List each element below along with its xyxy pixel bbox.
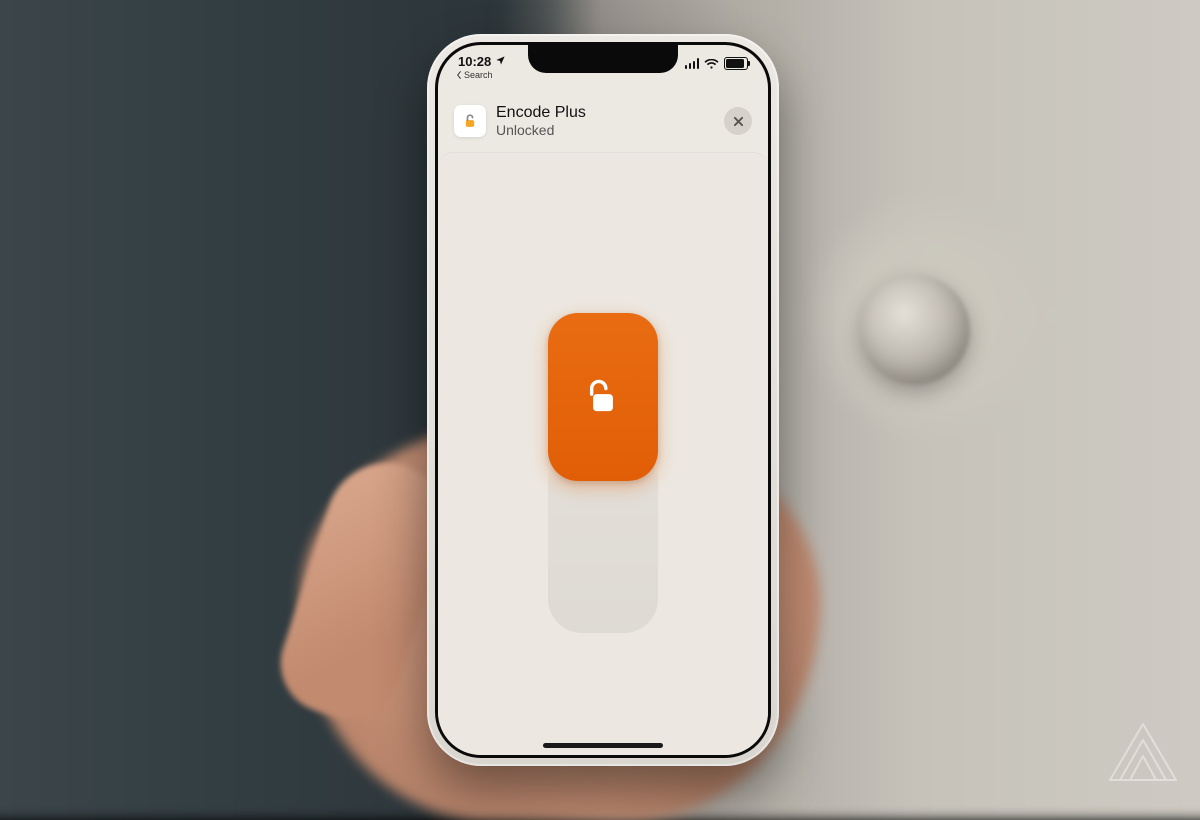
- battery-icon: [724, 57, 748, 70]
- home-indicator[interactable]: [543, 743, 663, 748]
- door-knob: [860, 275, 970, 385]
- back-to-search[interactable]: Search: [456, 70, 506, 80]
- accessory-title: Encode Plus: [496, 104, 714, 122]
- accessory-header-text: Encode Plus Unlocked: [496, 104, 714, 138]
- status-time: 10:28: [458, 54, 491, 69]
- close-button[interactable]: [724, 107, 752, 135]
- phone-bezel: 10:28 Search: [435, 42, 771, 758]
- cellular-icon: [685, 58, 700, 69]
- chevron-left-icon: [456, 71, 462, 79]
- lock-toggle-thumb[interactable]: [548, 313, 658, 481]
- wifi-icon: [704, 58, 719, 69]
- accessory-tile-icon: [454, 105, 486, 137]
- notch: [528, 45, 678, 73]
- back-label: Search: [464, 70, 493, 80]
- location-icon: [495, 54, 506, 69]
- phone-frame: 10:28 Search: [427, 34, 779, 766]
- phone-screen: 10:28 Search: [438, 45, 768, 755]
- unlock-icon: [586, 377, 620, 417]
- content-sheet: [438, 153, 768, 755]
- accessory-status: Unlocked: [496, 122, 714, 138]
- watermark: [1104, 718, 1182, 786]
- accessory-header: Encode Plus Unlocked: [450, 95, 756, 147]
- status-left: 10:28 Search: [458, 53, 506, 80]
- lock-toggle[interactable]: [548, 313, 658, 633]
- close-icon: [733, 116, 744, 127]
- status-right: [685, 53, 749, 70]
- lock-toggle-container: [548, 313, 658, 633]
